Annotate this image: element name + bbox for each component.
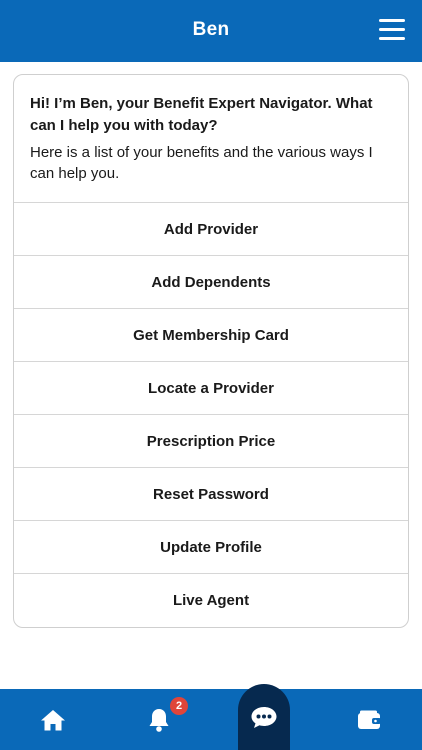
option-reset-password[interactable]: Reset Password [14, 468, 408, 521]
option-live-agent[interactable]: Live Agent [14, 574, 408, 627]
chat-card: Hi! I’m Ben, your Benefit Expert Navigat… [13, 74, 409, 628]
chat-icon [251, 707, 277, 728]
option-add-dependents[interactable]: Add Dependents [14, 256, 408, 309]
page-title: Ben [192, 19, 230, 40]
option-locate-provider[interactable]: Locate a Provider [14, 362, 408, 415]
option-update-profile[interactable]: Update Profile [14, 521, 408, 574]
wallet-icon [358, 710, 381, 729]
tab-wallet[interactable] [339, 689, 399, 750]
tab-home[interactable] [23, 689, 83, 750]
app-header: Ben [0, 0, 422, 62]
bottom-tab-bar [0, 684, 422, 750]
greeting-text: Hi! I’m Ben, your Benefit Expert Navigat… [30, 95, 373, 134]
option-add-provider[interactable]: Add Provider [14, 203, 408, 256]
option-prescription-price[interactable]: Prescription Price [14, 415, 408, 468]
bell-icon [149, 708, 169, 732]
hamburger-menu-icon[interactable] [379, 19, 405, 41]
notification-count-badge: 2 [170, 697, 188, 715]
option-get-membership-card[interactable]: Get Membership Card [14, 309, 408, 362]
chat-intro: Hi! I’m Ben, your Benefit Expert Navigat… [14, 75, 408, 203]
tab-chat[interactable] [238, 684, 290, 750]
greeting-subtext: Here is a list of your benefits and the … [30, 144, 373, 182]
home-icon [41, 709, 65, 730]
